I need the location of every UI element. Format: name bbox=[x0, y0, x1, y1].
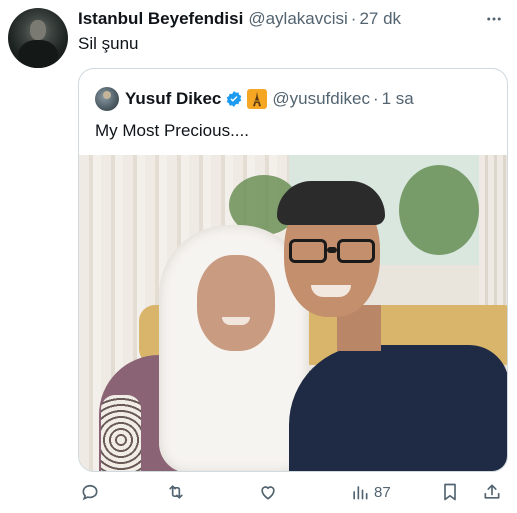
photo-man-glasses bbox=[289, 239, 379, 263]
photo-woman-face bbox=[197, 255, 275, 351]
quoted-tweet-text: My Most Precious.... bbox=[95, 121, 249, 140]
quoted-tweet-card[interactable]: Yusuf Dikec @yusufdikec · 1 sa My Most P… bbox=[78, 68, 508, 472]
avatar-face bbox=[30, 20, 46, 40]
views-count: 87 bbox=[374, 483, 391, 501]
photo-man-shirt bbox=[289, 345, 507, 471]
tweet-header: Istanbul Beyefendisi @aylakavcisi · 27 d… bbox=[78, 8, 505, 30]
verified-icon bbox=[225, 90, 243, 108]
quoted-tweet-timestamp[interactable]: 1 sa bbox=[382, 89, 414, 109]
photo-man-hair bbox=[277, 181, 385, 225]
tweet-text: Sil şunu bbox=[78, 34, 139, 53]
quoted-tweet-photo[interactable] bbox=[79, 155, 507, 471]
separator-dot: · bbox=[350, 9, 357, 28]
reply-icon bbox=[82, 484, 98, 501]
author-handle[interactable]: @aylakavcisi bbox=[248, 9, 347, 29]
quoted-author-handle[interactable]: @yusufdikec bbox=[272, 89, 370, 109]
photo-woman-smile bbox=[222, 317, 250, 325]
more-options-button[interactable] bbox=[483, 8, 505, 30]
quoted-tweet-header: Yusuf Dikec @yusufdikec · 1 sa bbox=[95, 87, 414, 111]
bookmark-icon bbox=[444, 483, 456, 501]
share-button[interactable] bbox=[482, 480, 502, 504]
views-button[interactable]: 87 bbox=[350, 480, 391, 504]
analytics-icon bbox=[353, 486, 368, 500]
eiffel-tower-emoji bbox=[247, 89, 268, 109]
quoted-separator-dot: · bbox=[372, 89, 379, 108]
quoted-author-avatar[interactable] bbox=[95, 87, 119, 111]
tweet-timestamp[interactable]: 27 dk bbox=[359, 9, 401, 29]
avatar-body bbox=[18, 40, 58, 68]
retweet-icon bbox=[169, 485, 183, 499]
photo-woman-blouse bbox=[101, 395, 141, 471]
photo-man-smile bbox=[311, 285, 351, 297]
quoted-author-name[interactable]: Yusuf Dikec bbox=[125, 89, 221, 109]
like-button[interactable] bbox=[258, 480, 278, 504]
reply-button[interactable] bbox=[80, 480, 100, 504]
bookmark-button[interactable] bbox=[440, 480, 460, 504]
retweet-button[interactable] bbox=[166, 480, 186, 504]
author-avatar[interactable] bbox=[8, 8, 68, 68]
photo-plant bbox=[399, 165, 479, 255]
heart-icon bbox=[261, 486, 275, 500]
tweet-action-bar: 87 bbox=[78, 480, 508, 504]
author-name[interactable]: Istanbul Beyefendisi bbox=[78, 9, 243, 29]
share-icon bbox=[484, 484, 500, 499]
more-icon bbox=[487, 17, 501, 21]
